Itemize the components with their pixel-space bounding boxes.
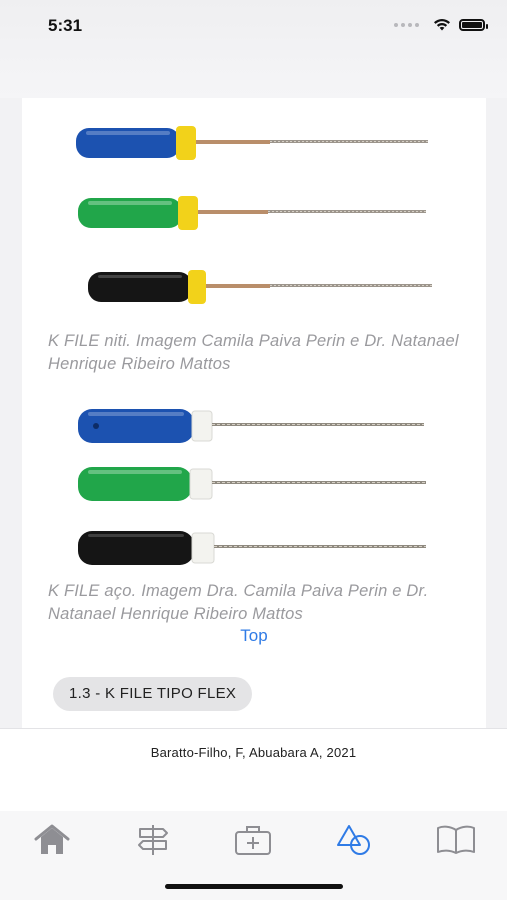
medical-kit-icon	[235, 826, 271, 855]
status-bar: 5:31	[0, 0, 507, 98]
status-icons	[394, 18, 488, 31]
k-file-steel-green-image	[78, 467, 426, 501]
home-icon	[34, 824, 70, 854]
book-icon	[437, 825, 475, 854]
signpost-icon	[138, 825, 168, 855]
figure-caption-niti: K FILE niti. Imagem Camila Paiva Perin e…	[48, 332, 459, 373]
k-file-niti-black-image	[88, 270, 432, 304]
credit-area: Baratto-Filho, F, Abuabara A, 2021	[0, 728, 507, 812]
wifi-icon	[434, 19, 450, 31]
k-file-niti-blue-image	[76, 126, 428, 160]
home-indicator	[165, 884, 343, 889]
k-file-steel-black-image	[78, 531, 426, 565]
tab-shapes[interactable]	[335, 823, 375, 857]
credit-text: Baratto-Filho, F, Abuabara A, 2021	[150, 745, 357, 760]
k-file-niti-green-image	[78, 196, 426, 230]
tab-guide[interactable]	[133, 823, 173, 857]
signal-dots-icon	[394, 22, 419, 27]
k-file-steel-blue-image	[78, 409, 424, 443]
tab-home[interactable]	[32, 823, 72, 857]
tab-library[interactable]	[436, 823, 476, 857]
shapes-icon	[337, 825, 370, 855]
content-card: K FILE niti. Imagem Camila Paiva Perin e…	[22, 98, 486, 728]
figure-caption-steel: K FILE aço. Imagem Dra. Camila Paiva Per…	[48, 582, 429, 623]
status-time: 5:31	[48, 16, 83, 35]
section-pill-button[interactable]: 1.3 - K FILE TIPO FLEX	[53, 677, 253, 711]
battery-icon	[459, 18, 488, 31]
tab-kit[interactable]	[233, 823, 273, 857]
top-link[interactable]: Top	[22, 626, 486, 646]
